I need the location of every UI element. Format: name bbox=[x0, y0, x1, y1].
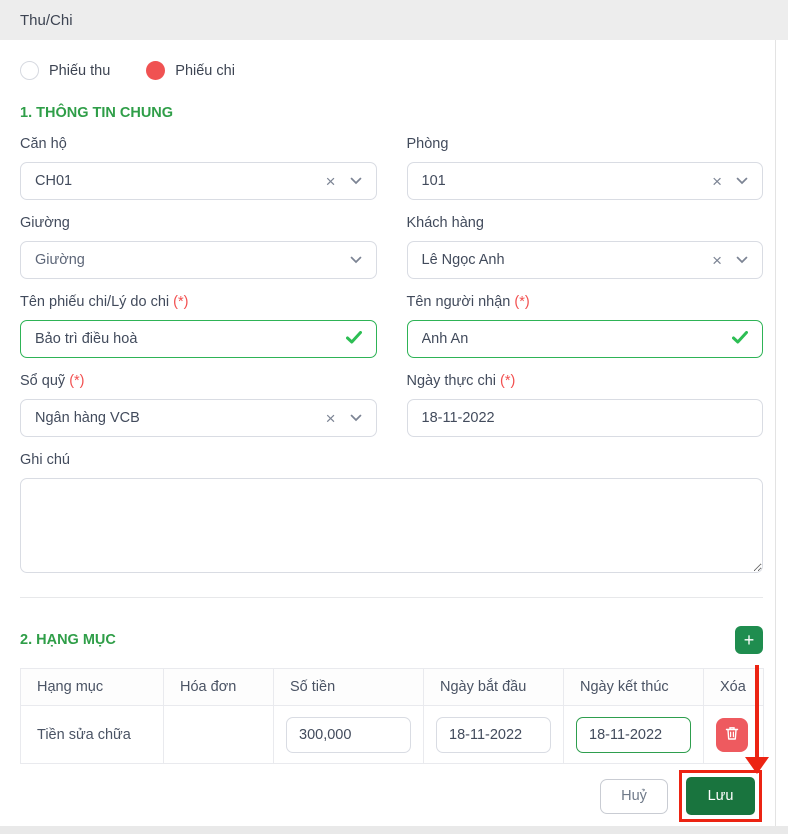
phong-select[interactable]: 101 × bbox=[406, 162, 763, 200]
so-quy-select[interactable]: Ngân hàng VCB × bbox=[20, 399, 377, 437]
save-button[interactable]: Lưu bbox=[686, 777, 755, 815]
khach-hang-select[interactable]: Lê Ngọc Anh × bbox=[406, 241, 763, 279]
required-mark: (*) bbox=[69, 373, 85, 389]
radio-phieu-chi-label: Phiếu chi bbox=[175, 62, 235, 79]
annotation-arrow-head bbox=[745, 757, 769, 774]
col-hang-muc: Hạng mục bbox=[20, 668, 164, 706]
page-title: Thu/Chi bbox=[20, 11, 73, 29]
ghi-chu-label: Ghi chú bbox=[20, 452, 70, 468]
add-item-button[interactable]: + bbox=[735, 626, 763, 654]
scrollbar-track[interactable] bbox=[775, 40, 776, 826]
cell-hang-muc: Tiền sửa chữa bbox=[20, 705, 164, 764]
col-hoa-don: Hóa đơn bbox=[163, 668, 274, 706]
cell-hoa-don bbox=[163, 705, 274, 764]
ngay-thuc-chi-input-wrap bbox=[406, 399, 763, 437]
check-valid-icon bbox=[732, 330, 748, 348]
col-ngay-bat-dau: Ngày bắt đầu bbox=[423, 668, 564, 706]
cancel-button[interactable]: Huỷ bbox=[600, 778, 668, 814]
ten-nguoi-nhan-label: Tên người nhận (*) bbox=[406, 294, 530, 310]
field-khach-hang: Khách hàng Lê Ngọc Anh × bbox=[406, 215, 763, 279]
table-row: Tiền sửa chữa bbox=[20, 705, 764, 764]
cell-ngay-ket-thuc bbox=[563, 705, 704, 764]
chevron-down-icon[interactable] bbox=[350, 252, 362, 268]
giuong-placeholder: Giường bbox=[35, 252, 85, 268]
field-can-ho: Căn hộ CH01 × bbox=[20, 136, 377, 200]
chevron-down-icon[interactable] bbox=[736, 173, 748, 189]
field-ngay-thuc-chi: Ngày thực chi (*) bbox=[406, 373, 763, 437]
ghi-chu-textarea[interactable] bbox=[20, 478, 763, 573]
items-table: Hạng mục Hóa đơn Số tiền Ngày bắt đầu Ng… bbox=[20, 668, 764, 764]
can-ho-select[interactable]: CH01 × bbox=[20, 162, 377, 200]
modal-titlebar: Thu/Chi bbox=[0, 0, 788, 40]
ten-phieu-chi-label: Tên phiếu chi/Lý do chi (*) bbox=[20, 294, 189, 310]
field-ten-phieu-chi: Tên phiếu chi/Lý do chi (*) bbox=[20, 294, 377, 358]
radio-phieu-thu[interactable]: Phiếu thu bbox=[20, 61, 110, 80]
chevron-down-icon[interactable] bbox=[350, 173, 362, 189]
so-quy-value: Ngân hàng VCB bbox=[35, 410, 140, 426]
plus-icon: + bbox=[743, 630, 755, 650]
field-so-quy: Sổ quỹ (*) Ngân hàng VCB × bbox=[20, 373, 377, 437]
ngay-bat-dau-input[interactable] bbox=[436, 716, 551, 753]
trash-icon bbox=[725, 726, 739, 744]
ngay-thuc-chi-label: Ngày thực chi (*) bbox=[406, 373, 516, 389]
can-ho-value: CH01 bbox=[35, 173, 73, 189]
delete-row-button[interactable] bbox=[716, 717, 748, 752]
save-button-highlight-annotation: Lưu bbox=[679, 770, 762, 822]
section-title-thong-tin-chung: 1. THÔNG TIN CHUNG bbox=[20, 105, 174, 121]
ngay-ket-thuc-input[interactable] bbox=[576, 716, 691, 753]
section-title-hang-muc: 2. HẠNG MỤC bbox=[20, 632, 116, 648]
clear-icon[interactable]: × bbox=[712, 173, 722, 190]
radio-unchecked-icon[interactable] bbox=[20, 61, 39, 80]
khach-hang-label: Khách hàng bbox=[406, 215, 484, 231]
can-ho-label: Căn hộ bbox=[20, 136, 67, 152]
chevron-down-icon[interactable] bbox=[350, 410, 362, 426]
field-phong: Phòng 101 × bbox=[406, 136, 763, 200]
chevron-down-icon[interactable] bbox=[736, 252, 748, 268]
radio-phieu-thu-label: Phiếu thu bbox=[49, 62, 111, 79]
field-ten-nguoi-nhan: Tên người nhận (*) bbox=[406, 294, 763, 358]
phong-value: 101 bbox=[421, 173, 446, 189]
field-ghi-chu: Ghi chú bbox=[20, 452, 763, 573]
page-bottom-edge bbox=[0, 826, 788, 834]
section-divider bbox=[20, 597, 763, 598]
ten-nguoi-nhan-input-wrap bbox=[406, 320, 763, 358]
annotation-arrow-line bbox=[755, 665, 759, 758]
ten-phieu-chi-input[interactable] bbox=[35, 331, 338, 347]
table-header-row: Hạng mục Hóa đơn Số tiền Ngày bắt đầu Ng… bbox=[20, 668, 764, 706]
giuong-select[interactable]: Giường bbox=[20, 241, 377, 279]
ngay-thuc-chi-input[interactable] bbox=[421, 410, 748, 426]
required-mark: (*) bbox=[173, 294, 189, 310]
clear-icon[interactable]: × bbox=[326, 173, 336, 190]
radio-phieu-chi[interactable]: Phiếu chi bbox=[146, 61, 235, 80]
check-valid-icon bbox=[345, 330, 362, 348]
voucher-type-radio-group: Phiếu thu Phiếu chi bbox=[20, 61, 763, 80]
field-giuong: Giường Giường bbox=[20, 215, 377, 279]
radio-checked-icon[interactable] bbox=[146, 61, 166, 80]
so-tien-input[interactable] bbox=[286, 716, 411, 753]
cell-ngay-bat-dau bbox=[423, 705, 564, 764]
clear-icon[interactable]: × bbox=[326, 410, 336, 427]
phong-label: Phòng bbox=[406, 136, 449, 152]
col-so-tien: Số tiền bbox=[273, 668, 424, 706]
so-quy-label: Sổ quỹ (*) bbox=[20, 373, 85, 389]
required-mark: (*) bbox=[500, 373, 516, 389]
required-mark: (*) bbox=[514, 294, 530, 310]
ten-nguoi-nhan-input[interactable] bbox=[421, 331, 724, 347]
clear-icon[interactable]: × bbox=[712, 252, 722, 269]
cell-so-tien bbox=[273, 705, 424, 764]
giuong-label: Giường bbox=[20, 215, 70, 231]
khach-hang-value: Lê Ngọc Anh bbox=[421, 252, 505, 268]
col-ngay-ket-thuc: Ngày kết thúc bbox=[563, 668, 704, 706]
ten-phieu-chi-input-wrap bbox=[20, 320, 377, 358]
